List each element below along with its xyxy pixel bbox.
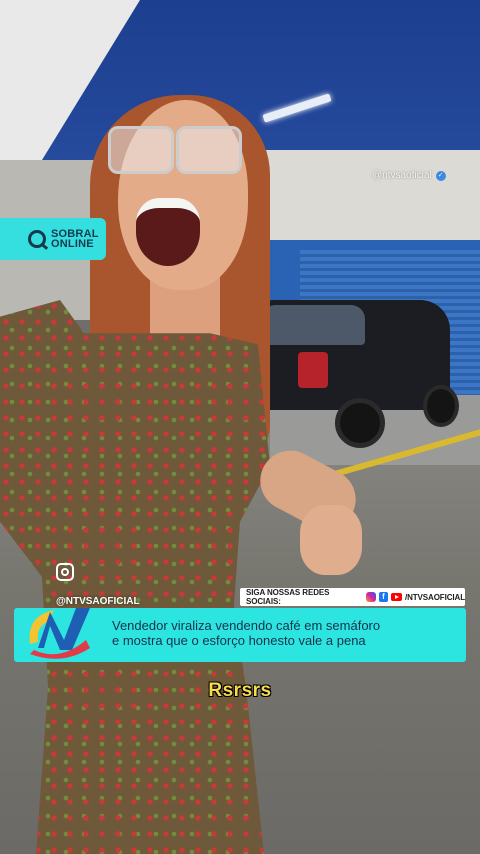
youtube-icon: [391, 593, 402, 601]
social-label: SIGA NOSSAS REDES SOCIAIS:: [246, 588, 330, 606]
headline-line1: Vendedor viraliza vendendo café em semáf…: [112, 618, 381, 633]
laughing-mouth: [136, 198, 200, 266]
car-wheel: [423, 385, 459, 427]
instagram-outline-icon: [56, 563, 74, 581]
sobral-online-badge: SOBRAL ONLINE: [0, 218, 106, 260]
glasses: [108, 126, 243, 176]
headline-text: Vendedor viraliza vendendo café em semáf…: [112, 618, 462, 648]
car-tail-light: [298, 352, 328, 388]
car-window: [265, 305, 365, 345]
glasses-lens-right: [176, 126, 242, 174]
verified-icon: ✓: [435, 170, 446, 181]
top-handle-text: @ntvsaoficial: [372, 170, 432, 181]
building-wall: [250, 150, 480, 240]
glasses-lens-left: [108, 126, 174, 174]
person-hand: [300, 505, 362, 575]
sobral-logo-icon: [28, 230, 46, 248]
sobral-online-text: SOBRAL ONLINE: [51, 229, 99, 250]
video-frame[interactable]: [0, 0, 480, 854]
facebook-icon: f: [378, 592, 389, 602]
ntvs-logo-icon: [29, 608, 90, 659]
subtitle-caption: Rsrsrs: [208, 680, 272, 701]
car-wheel: [335, 398, 385, 448]
headline-line2: e mostra que o esforço honesto vale a pe…: [112, 633, 366, 648]
sobral-line2: ONLINE: [51, 238, 94, 250]
top-watermark-handle: @ntvsaoficial ✓: [372, 170, 446, 181]
social-handle: /NTVSAOFICIAL: [404, 592, 465, 602]
social-strip: SIGA NOSSAS REDES SOCIAIS: f /NTVSAOFICI…: [240, 588, 465, 606]
instagram-icon: [365, 592, 376, 602]
